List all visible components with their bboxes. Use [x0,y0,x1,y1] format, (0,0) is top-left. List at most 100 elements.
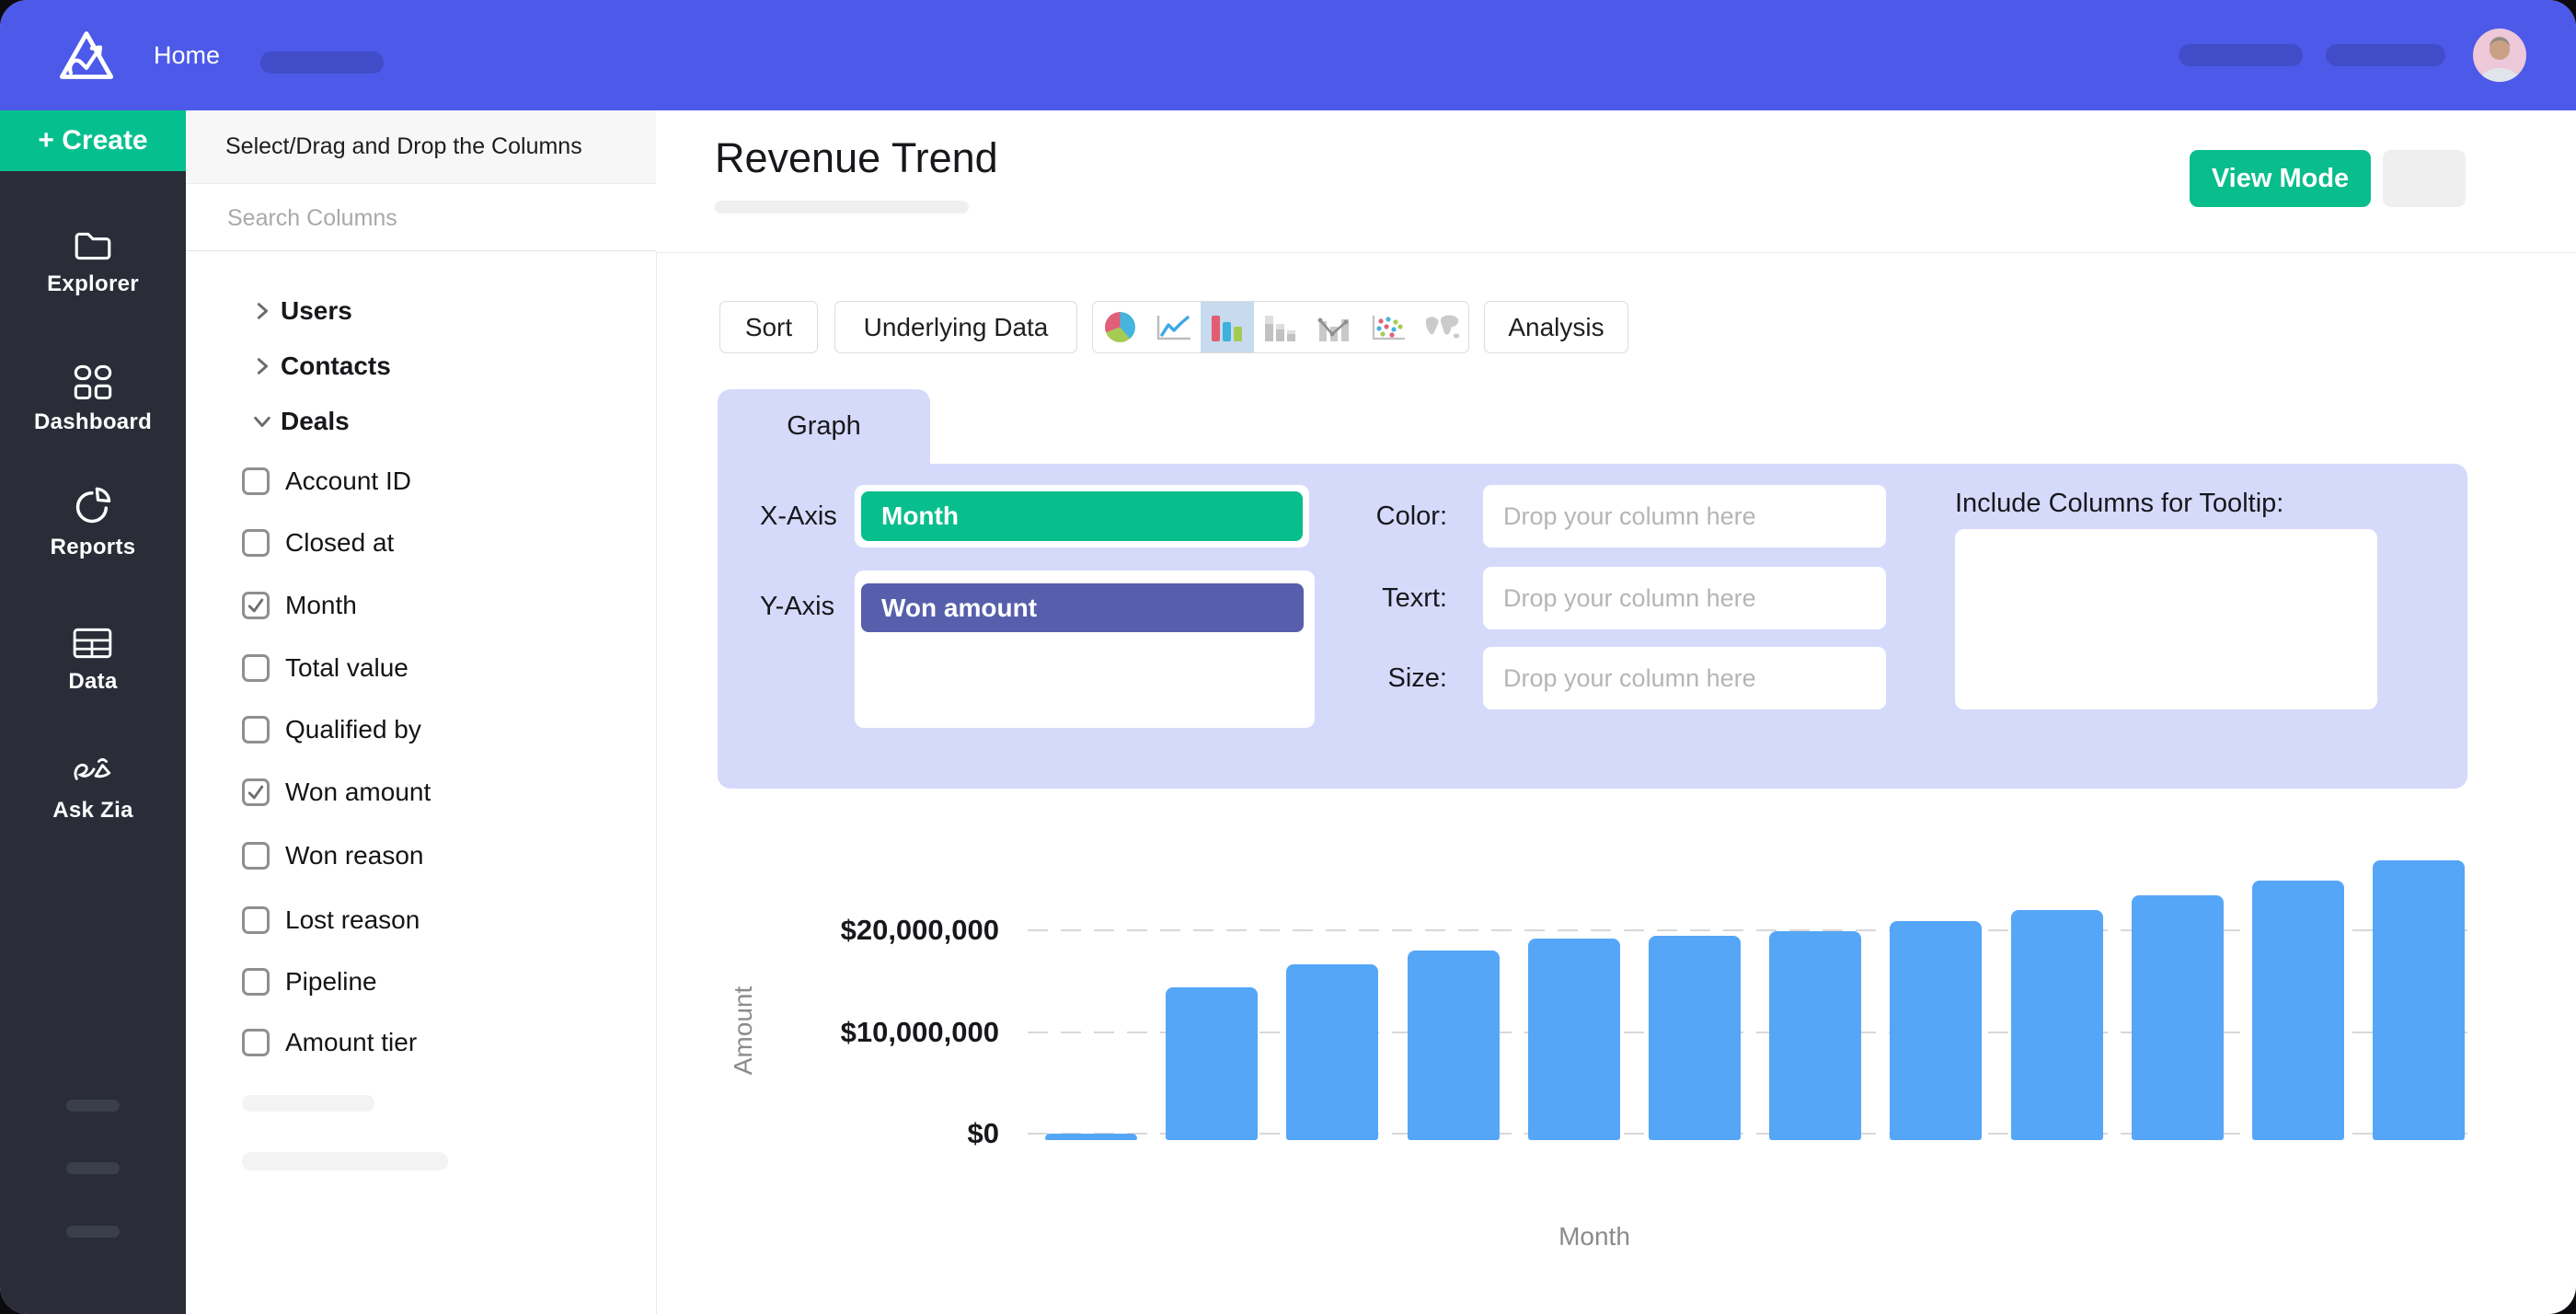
checkbox[interactable] [242,467,270,495]
bar[interactable] [2132,895,2224,1140]
bar[interactable] [1166,987,1258,1140]
drop-placeholder: Drop your column here [1503,502,1756,531]
tree-group-label: Users [281,296,352,326]
bar[interactable] [2252,881,2344,1140]
search-columns-box [186,184,656,251]
combo-chart-icon[interactable] [1307,302,1361,352]
color-dropzone[interactable]: Drop your column here [1483,485,1886,548]
zia-icon [70,755,116,790]
user-avatar[interactable] [2473,29,2526,82]
bar-chart-icon[interactable] [1201,302,1254,352]
sidebar-item-explorer[interactable]: Explorer [0,228,186,297]
chevron-right-icon [253,300,273,322]
tree-group-users[interactable]: Users [186,291,656,331]
bar[interactable] [1649,936,1741,1140]
bar[interactable] [1408,951,1500,1140]
view-mode-label: View Mode [2212,164,2349,194]
map-chart-icon[interactable] [1415,302,1468,352]
nav-home[interactable]: Home [154,0,220,110]
drop-placeholder: Drop your column here [1503,664,1756,693]
field-row-pipeline[interactable]: Pipeline [186,962,656,1002]
field-row-won-reason[interactable]: Won reason [186,836,656,876]
x-axis-column-chip[interactable]: Month [861,491,1303,541]
tree-group-contacts[interactable]: Contacts [186,346,656,386]
field-label: Qualified by [285,715,421,744]
bar[interactable] [1528,939,1620,1140]
y-tick-label: $20,000,000 [742,914,999,947]
sidebar-item-dashboard[interactable]: Dashboard [0,364,186,435]
field-label: Pipeline [285,967,377,997]
page-title: Revenue Trend [715,134,998,182]
checkbox[interactable] [242,592,270,619]
nav-placeholder [2326,44,2445,66]
field-label: Won amount [285,778,431,807]
text-dropzone[interactable]: Drop your column here [1483,567,1886,629]
tab-graph[interactable]: Graph [718,389,930,464]
field-row-qualified-by[interactable]: Qualified by [186,709,656,750]
y-axis-column-chip[interactable]: Won amount [861,583,1304,632]
size-label: Size: [1325,663,1447,694]
y-tick-label: $0 [742,1117,999,1150]
checkbox[interactable] [242,654,270,682]
checkbox[interactable] [242,716,270,743]
bar[interactable] [2373,860,2465,1140]
field-row-amount-tier[interactable]: Amount tier [186,1022,656,1063]
line-chart-icon[interactable] [1146,302,1200,352]
sidebar-skeleton [66,1100,120,1112]
graph-config-panel: X-Axis Month Y-Axis Won amount Color: Dr… [718,464,2467,789]
tree-group-deals[interactable]: Deals [186,401,656,442]
bar[interactable] [1286,964,1378,1140]
columns-panel-header: Select/Drag and Drop the Columns [186,110,656,184]
bar[interactable] [1890,921,1982,1140]
field-row-account-id[interactable]: Account ID [186,461,656,501]
checkbox[interactable] [242,968,270,996]
table-icon [72,626,114,661]
pie-chart-icon[interactable] [1093,302,1146,352]
sidebar-item-label: Dashboard [34,409,152,435]
search-columns-input[interactable] [225,184,615,252]
checkbox[interactable] [242,529,270,557]
create-button[interactable]: + Create [0,110,186,171]
x-axis-title: Month [1558,1222,1630,1251]
field-row-lost-reason[interactable]: Lost reason [186,900,656,940]
tooltip-columns-dropwell[interactable] [1955,529,2377,709]
sidebar-item-data[interactable]: Data [0,626,186,695]
field-row-won-amount[interactable]: Won amount [186,772,656,813]
analytics-logo-icon[interactable] [57,28,116,83]
underlying-data-button[interactable]: Underlying Data [834,301,1077,353]
field-label: Won reason [285,841,423,870]
header-action-placeholder[interactable] [2383,150,2466,207]
column-chart-gray-icon[interactable] [1254,302,1307,352]
sidebar-item-ask-zia[interactable]: Ask Zia [0,755,186,824]
checkbox[interactable] [242,1029,270,1056]
sidebar-item-label: Explorer [47,271,139,297]
field-label: Total value [285,653,408,683]
chart-type-switcher [1092,301,1469,353]
checkbox[interactable] [242,778,270,806]
sidebar-item-label: Data [68,669,117,695]
bar[interactable] [2011,910,2103,1140]
text-label: Texrt: [1325,583,1447,614]
size-dropzone[interactable]: Drop your column here [1483,647,1886,709]
grid-icon [73,364,113,401]
view-mode-button[interactable]: View Mode [2190,150,2371,207]
analysis-label: Analysis [1508,313,1604,342]
checkbox[interactable] [242,906,270,934]
scatter-chart-icon[interactable] [1361,302,1414,352]
sidebar-item-reports[interactable]: Reports [0,486,186,560]
underlying-data-label: Underlying Data [864,313,1049,342]
analysis-button[interactable]: Analysis [1484,301,1628,353]
create-label: + Create [38,125,147,156]
folder-icon [72,228,114,263]
sort-button[interactable]: Sort [719,301,818,353]
sidebar-item-label: Reports [51,535,136,560]
field-row-total-value[interactable]: Total value [186,648,656,688]
checkbox[interactable] [242,842,270,870]
field-row-month[interactable]: Month [186,585,656,626]
field-label: Amount tier [285,1028,417,1057]
field-row-closed-at[interactable]: Closed at [186,523,656,563]
bar[interactable] [1769,931,1861,1140]
tooltip-columns-label: Include Columns for Tooltip: [1955,489,2283,519]
bar[interactable] [1045,1134,1137,1140]
tab-graph-label: Graph [787,411,861,442]
